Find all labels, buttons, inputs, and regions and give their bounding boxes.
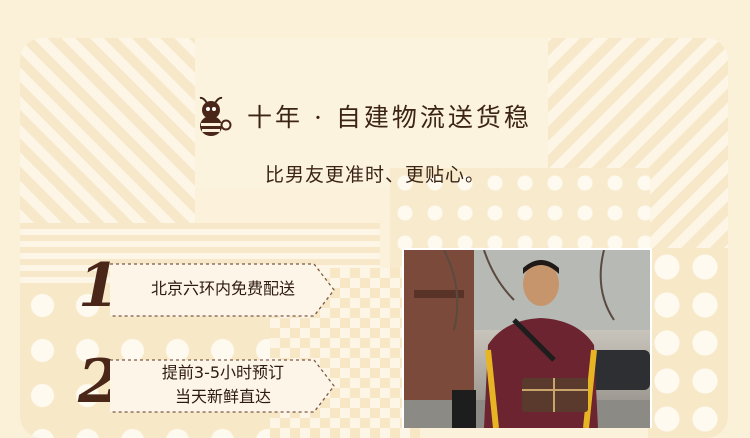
bee-mascot-icon (199, 96, 232, 136)
step-label: 提前3-5小时预订 当天新鲜直达 (108, 354, 338, 416)
headline-title: 十年 · 自建物流送货稳 (247, 103, 532, 132)
delivery-step-2: 2 提前3-5小时预订 当天新鲜直达 (78, 350, 338, 416)
step-label-line: 当天新鲜直达 (174, 387, 271, 406)
bg-pattern-dots (648, 248, 728, 438)
step-label-line: 提前3-5小时预订 (161, 363, 285, 382)
courier-photo-image (404, 250, 650, 428)
step-label-line: 北京六环内免费配送 (150, 279, 295, 298)
headline-subtitle: 比男友更准时、更贴心。 (264, 164, 485, 186)
courier-photo (402, 248, 652, 428)
headline: 十年 · 自建物流送货稳 (195, 95, 532, 137)
step-label: 北京六环内免费配送 (108, 258, 338, 320)
delivery-step-1: 1 北京六环内免费配送 (78, 254, 338, 320)
bg-pattern-stripes (20, 38, 195, 223)
